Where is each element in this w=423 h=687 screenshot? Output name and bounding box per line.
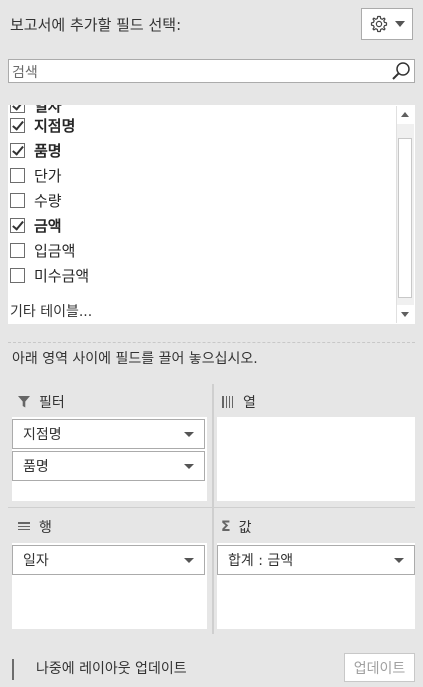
row-field-date[interactable]: 일자 — [12, 545, 205, 575]
values-label: 값 — [238, 520, 252, 536]
field-list: 일자 지점명 품명 단가 수량 금액 입금액 미수금액 기타 테이블... — [8, 105, 415, 324]
field-list-settings-button[interactable] — [361, 8, 413, 40]
filter-field-product[interactable]: 품명 — [12, 451, 205, 481]
field-item-product[interactable]: 품명 — [8, 138, 62, 162]
columns-area-title: 열 — [221, 392, 256, 412]
field-item-amount[interactable]: 금액 — [8, 213, 62, 237]
field-checkbox[interactable] — [10, 192, 25, 208]
field-checkbox[interactable] — [10, 267, 25, 283]
columns-icon — [222, 396, 233, 408]
scroll-thumb[interactable] — [398, 138, 412, 298]
search-input[interactable]: 검색 — [8, 59, 415, 83]
chevron-down-icon[interactable] — [184, 558, 194, 563]
scroll-up-icon[interactable] — [397, 106, 414, 124]
field-item-branch[interactable]: 지점명 — [8, 113, 75, 137]
field-label: 미수금액 — [34, 266, 90, 285]
field-checkbox[interactable] — [10, 167, 25, 183]
pill-label: 합계 : 금액 — [228, 553, 294, 569]
chevron-down-icon[interactable] — [184, 432, 194, 437]
field-item-outstanding[interactable]: 미수금액 — [8, 263, 89, 287]
chevron-down-icon[interactable] — [394, 558, 404, 563]
values-drop-zone[interactable]: 합계 : 금액 — [217, 543, 415, 629]
area-horizontal-divider — [8, 507, 415, 508]
field-checkbox[interactable] — [10, 105, 25, 113]
columns-label: 열 — [243, 395, 256, 411]
field-label: 금액 — [34, 216, 62, 235]
scroll-down-icon[interactable] — [397, 305, 414, 323]
rows-label: 행 — [39, 520, 52, 536]
panel-title: 보고서에 추가할 필드 선택: — [10, 16, 182, 34]
filters-area-title: 필터 — [17, 392, 65, 412]
field-label: 품명 — [34, 141, 62, 160]
field-label: 단가 — [34, 166, 62, 185]
pill-label: 지점명 — [23, 427, 62, 443]
section-divider — [8, 342, 415, 343]
field-checkbox[interactable] — [10, 217, 25, 233]
pill-label: 일자 — [23, 553, 49, 569]
rows-drop-zone[interactable]: 일자 — [12, 543, 207, 629]
field-label: 수량 — [34, 191, 62, 210]
field-checkbox[interactable] — [10, 117, 25, 133]
area-vertical-divider — [212, 384, 214, 634]
chevron-down-icon[interactable] — [184, 464, 194, 469]
field-label: 지점명 — [34, 116, 76, 135]
values-area-title: Σ 값 — [221, 517, 251, 537]
defer-update-checkbox[interactable] — [12, 659, 14, 680]
field-label: 입금액 — [34, 241, 76, 260]
rows-icon — [18, 522, 30, 530]
more-tables-link[interactable]: 기타 테이블... — [10, 301, 92, 321]
field-checkbox[interactable] — [10, 142, 25, 158]
search-placeholder: 검색 — [12, 65, 38, 81]
update-button[interactable]: 업데이트 — [344, 653, 415, 682]
pill-label: 품명 — [23, 459, 49, 475]
search-icon[interactable] — [390, 60, 412, 82]
value-field-amount-sum[interactable]: 합계 : 금액 — [217, 545, 415, 575]
field-item-quantity[interactable]: 수량 — [8, 188, 62, 212]
drag-instruction: 아래 영역 사이에 필드를 끌어 놓으십시오. — [12, 351, 258, 367]
sigma-icon: Σ — [221, 519, 231, 535]
field-item-unit-price[interactable]: 단가 — [8, 163, 62, 187]
gear-icon — [370, 15, 388, 33]
filters-label: 필터 — [39, 395, 65, 411]
rows-area-title: 행 — [17, 517, 52, 537]
field-list-scrollbar[interactable] — [396, 106, 414, 323]
filters-drop-zone[interactable]: 지점명 품명 — [12, 417, 207, 501]
filter-icon — [18, 396, 30, 408]
chevron-down-icon — [395, 21, 405, 27]
filter-field-branch[interactable]: 지점명 — [12, 419, 205, 449]
columns-drop-zone[interactable] — [217, 417, 415, 501]
field-item-deposit[interactable]: 입금액 — [8, 238, 75, 262]
field-checkbox[interactable] — [10, 242, 25, 258]
defer-update-label: 나중에 레이아웃 업데이트 — [36, 661, 187, 677]
